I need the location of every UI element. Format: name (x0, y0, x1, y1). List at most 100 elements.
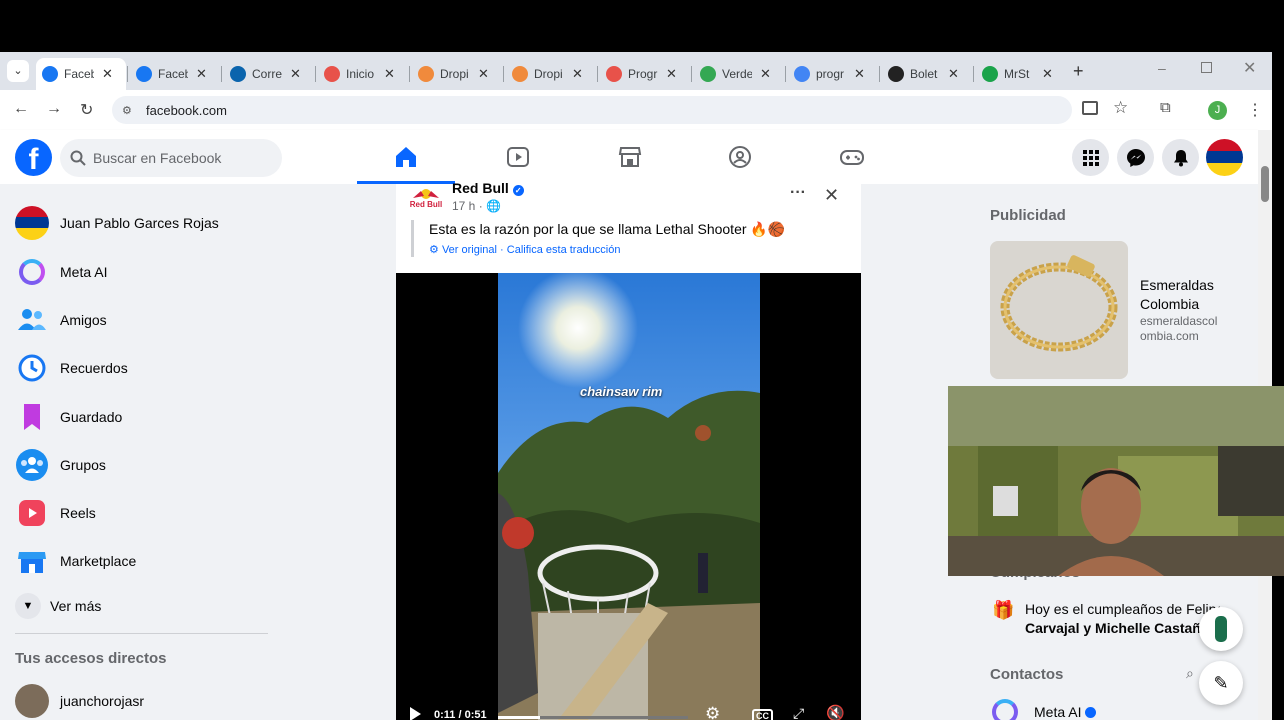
address-bar[interactable]: ⚙ facebook.com (112, 96, 1072, 124)
tab-close-icon[interactable]: ✕ (948, 66, 959, 82)
globe-icon: 🌐 (486, 199, 501, 213)
webcam-overlay (948, 386, 1284, 576)
account-avatar[interactable] (1206, 139, 1243, 176)
contacts-search-icon[interactable]: ⌕ (1186, 665, 1194, 682)
see-more-button[interactable]: ▼ Ver más (15, 586, 101, 626)
shortcut-avatar (15, 684, 49, 718)
sidebar-item-reels[interactable]: Reels (15, 493, 96, 533)
marketplace-icon[interactable] (617, 144, 643, 170)
see-more-label: Ver más (50, 598, 102, 614)
browser-tab[interactable]: Inicio ✕ (318, 58, 408, 90)
captions-icon[interactable]: CC (752, 709, 773, 720)
tab-separator (597, 66, 598, 82)
forward-button[interactable]: → (46, 100, 62, 118)
tab-close-icon[interactable]: ✕ (102, 66, 113, 82)
post-timestamp[interactable]: 17 h · 🌐 (452, 199, 501, 213)
messenger-button[interactable] (1117, 139, 1154, 176)
shortcut-item[interactable]: juanchorojasr (15, 681, 144, 720)
tab-close-icon[interactable]: ✕ (854, 66, 865, 82)
sidebar-item-friends[interactable]: Amigos (15, 300, 107, 340)
minimize-button[interactable]: – (1158, 60, 1166, 76)
tab-close-icon[interactable]: ✕ (760, 66, 771, 82)
profile-avatar[interactable]: J (1208, 101, 1227, 120)
browser-tab[interactable]: Verde ✕ (694, 58, 784, 90)
close-window-button[interactable]: ✕ (1243, 58, 1256, 78)
tab-separator (315, 66, 316, 82)
post-time: 17 h · (452, 199, 483, 213)
sidebar-item-meta-ai[interactable]: Meta AI (15, 252, 107, 292)
browser-tab[interactable]: Faceb ✕ (130, 58, 220, 90)
sidebar-item-profile[interactable]: Juan Pablo Garces Rojas (15, 203, 219, 243)
meta-ai-icon (19, 259, 45, 285)
see-original-link[interactable]: Ver original (442, 244, 497, 256)
sidebar-item-groups[interactable]: Grupos (15, 445, 106, 485)
google-icon (794, 66, 810, 82)
ad-name[interactable]: Esmeraldas Colombia (1140, 276, 1230, 314)
browser-menu-icon[interactable]: ⋮ (1247, 100, 1263, 120)
browser-tab[interactable]: Progr ✕ (600, 58, 690, 90)
browser-tab[interactable]: progr ✕ (788, 58, 878, 90)
fullscreen-icon[interactable]: ⤢ (793, 705, 804, 720)
sidebar-item-memories[interactable]: Recuerdos (15, 348, 128, 388)
video-progress-track[interactable] (498, 716, 688, 719)
settings-icon[interactable]: ⚙ (705, 704, 720, 720)
video-icon[interactable] (505, 144, 531, 170)
tab-search-button[interactable]: ⌄ (7, 60, 29, 82)
friends-icon (18, 309, 46, 330)
browser-tab[interactable]: Faceb ✕ (36, 58, 126, 90)
dropi-icon (512, 66, 528, 82)
home-icon[interactable] (393, 144, 419, 170)
rate-translation-link[interactable]: Califica esta traducción (507, 244, 621, 256)
screen: { "browser": { "tabs": [ {"label": "Face… (0, 0, 1284, 720)
browser-tab[interactable]: MrSt ✕ (976, 58, 1066, 90)
browser-tab[interactable]: Bolet ✕ (882, 58, 972, 90)
notifications-button[interactable] (1162, 139, 1199, 176)
contact-item[interactable]: Meta AI (992, 699, 1097, 720)
sidebar-item-saved[interactable]: Guardado (15, 397, 122, 437)
reload-button[interactable]: ↻ (80, 100, 93, 120)
menu-button[interactable] (1072, 139, 1109, 176)
restore-button[interactable] (1201, 62, 1212, 73)
scrollbar-thumb[interactable] (1261, 166, 1269, 202)
tab-separator (879, 66, 880, 82)
extensions-icon[interactable]: ⧉ (1160, 99, 1171, 116)
tab-close-icon[interactable]: ✕ (666, 66, 677, 82)
gaming-icon[interactable] (839, 144, 865, 170)
tab-close-icon[interactable]: ✕ (290, 66, 301, 82)
reels-icon (19, 500, 45, 526)
facebook-icon (42, 66, 58, 82)
tab-label: Faceb (64, 67, 94, 81)
mute-icon[interactable]: 🔇 (826, 704, 845, 720)
post-author[interactable]: Red Bull ✓ (452, 180, 524, 196)
new-message-button[interactable]: ✎ (1199, 661, 1243, 705)
tab-close-icon[interactable]: ✕ (196, 66, 207, 82)
back-button[interactable]: ← (13, 100, 29, 118)
groups-icon[interactable] (727, 144, 753, 170)
close-post-icon[interactable]: ✕ (824, 185, 839, 206)
sidebar-item-marketplace[interactable]: Marketplace (15, 541, 136, 581)
browser-tab[interactable]: Dropi ✕ (412, 58, 502, 90)
site-info-icon[interactable]: ⚙ (122, 104, 132, 117)
tab-close-icon[interactable]: ✕ (384, 66, 395, 82)
install-app-icon[interactable] (1082, 101, 1098, 115)
translation-links: ⚙ Ver original · Califica esta traducció… (429, 243, 621, 256)
facebook-logo[interactable]: f (15, 139, 52, 176)
left-sidebar: Juan Pablo Garces Rojas Meta AI Amigos R… (0, 184, 280, 720)
translation-bar (411, 220, 414, 257)
tab-close-icon[interactable]: ✕ (572, 66, 583, 82)
browser-tab[interactable]: Dropi ✕ (506, 58, 596, 90)
search-input[interactable]: Buscar en Facebook (60, 139, 282, 177)
video-player[interactable]: chainsaw rim 0:11 / 0:51 ⚙ CC ⤢ 🔇 (396, 273, 861, 720)
bookmark-star-icon[interactable]: ☆ (1113, 98, 1128, 118)
browser-tab[interactable]: Corre ✕ (224, 58, 314, 90)
ad-image[interactable] (990, 241, 1128, 379)
dropi-icon (418, 66, 434, 82)
tab-close-icon[interactable]: ✕ (478, 66, 489, 82)
birthday-text[interactable]: Hoy es el cumpleaños de Felipe Carvajal … (1025, 600, 1220, 638)
tab-close-icon[interactable]: ✕ (1042, 66, 1053, 82)
new-tab-button[interactable]: + (1073, 61, 1084, 82)
chat-bubble-button[interactable] (1199, 607, 1243, 651)
red-bull-logo[interactable]: Red Bull (406, 188, 446, 212)
post-options-icon[interactable]: ··· (790, 184, 806, 202)
play-icon[interactable] (410, 707, 421, 720)
